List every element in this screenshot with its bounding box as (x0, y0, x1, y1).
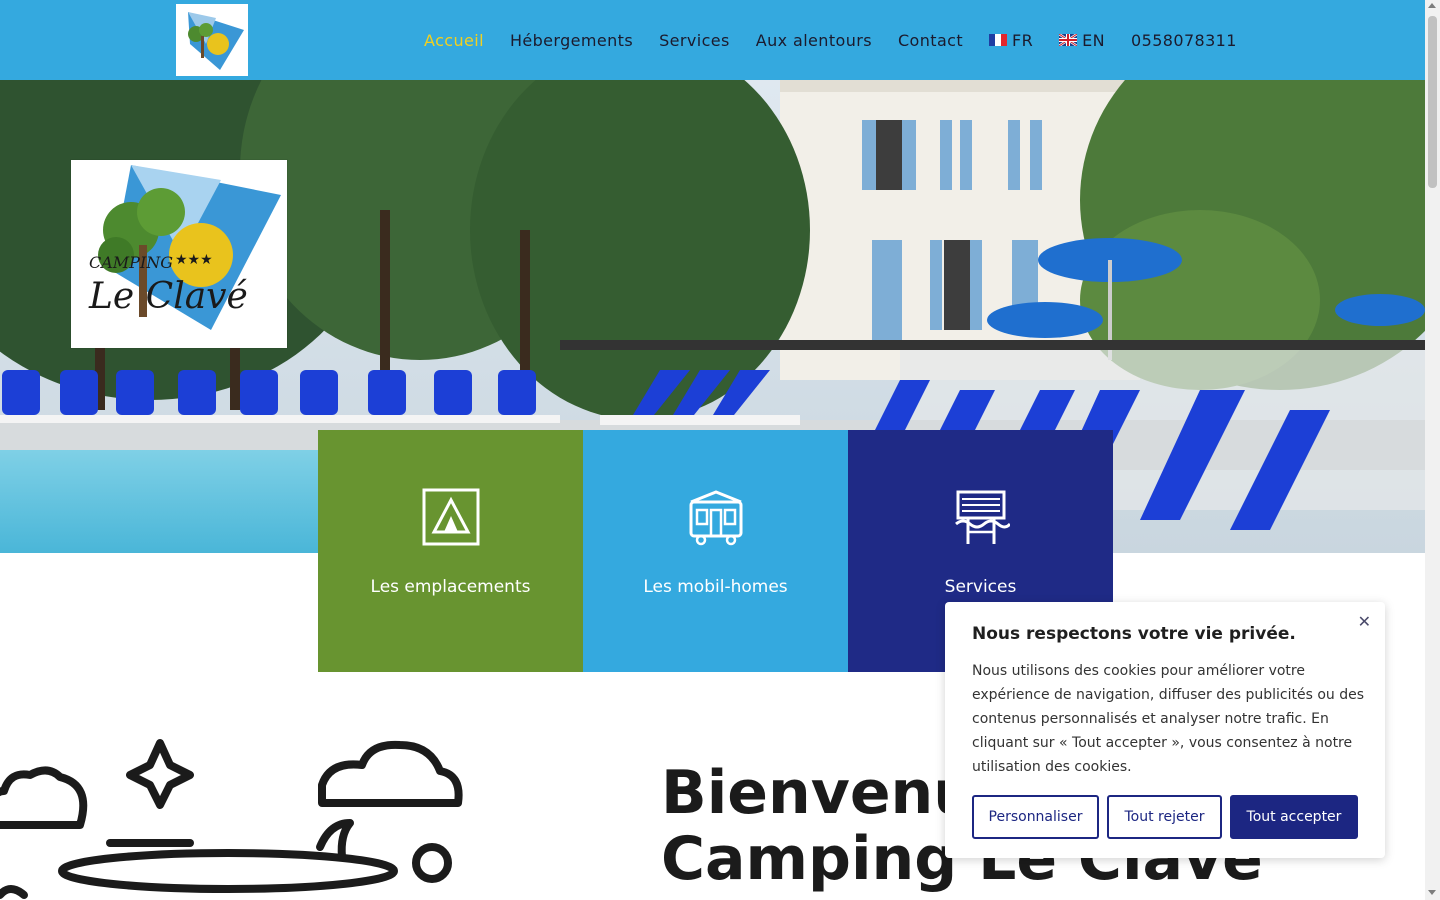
site-header: Accueil Hébergements Services Aux alento… (0, 0, 1425, 80)
nav-item-hebergements[interactable]: Hébergements (510, 31, 633, 50)
camping-illustration (0, 739, 463, 899)
tent-icon (422, 488, 480, 546)
phone-link[interactable]: 0558078311 (1131, 31, 1237, 50)
cookie-title: Nous respectons votre vie privée. (972, 624, 1296, 644)
lang-en-label: EN (1082, 30, 1106, 50)
french-flag-icon (989, 34, 1008, 46)
cookie-body: Nous utilisons des cookies pour améliore… (972, 663, 1364, 775)
nav-item-services[interactable]: Services (659, 31, 730, 50)
uk-flag-icon (1059, 34, 1078, 46)
pool-icon (955, 490, 1010, 544)
card-mobil-homes-label: Les mobil-homes (643, 577, 788, 597)
hero-logo: CAMPING ★★★ Le Clavé (71, 160, 287, 348)
close-icon[interactable]: ✕ (1358, 612, 1371, 631)
cookie-buttons: Personnaliser Tout rejeter Tout accepter (972, 795, 1358, 839)
scroll-up-arrow-icon[interactable] (1428, 3, 1436, 8)
hero-logo-camping: CAMPING (89, 253, 173, 272)
reject-all-button[interactable]: Tout rejeter (1107, 795, 1222, 839)
nav-item-contact[interactable]: Contact (898, 31, 963, 50)
card-mobil-homes[interactable]: Les mobil-homes (583, 430, 848, 672)
card-emplacements-label: Les emplacements (370, 577, 531, 597)
header-logo[interactable] (176, 4, 248, 76)
hero-logo-stars: ★★★ (175, 252, 213, 268)
scrollbar-thumb[interactable] (1428, 16, 1437, 188)
lang-fr-link[interactable]: FR (989, 31, 1033, 50)
nav-item-aux-alentours[interactable]: Aux alentours (756, 31, 872, 50)
cookie-consent-banner: ✕ Nous respectons votre vie privée. Nous… (945, 602, 1385, 858)
lang-en-link[interactable]: EN (1059, 31, 1105, 50)
main-nav: Accueil Hébergements Services Aux alento… (424, 28, 1263, 52)
scroll-down-arrow-icon[interactable] (1428, 890, 1436, 895)
hero-logo-name: Le Clavé (88, 276, 248, 317)
card-emplacements[interactable]: Les emplacements (318, 430, 583, 672)
mobile-home-icon (689, 490, 743, 546)
customize-button[interactable]: Personnaliser (972, 795, 1099, 839)
nav-item-accueil[interactable]: Accueil (424, 31, 484, 50)
card-services-label: Services (944, 577, 1017, 597)
page-scrollbar[interactable] (1425, 0, 1440, 900)
accept-all-button[interactable]: Tout accepter (1230, 795, 1358, 839)
lang-fr-label: FR (1012, 30, 1034, 50)
